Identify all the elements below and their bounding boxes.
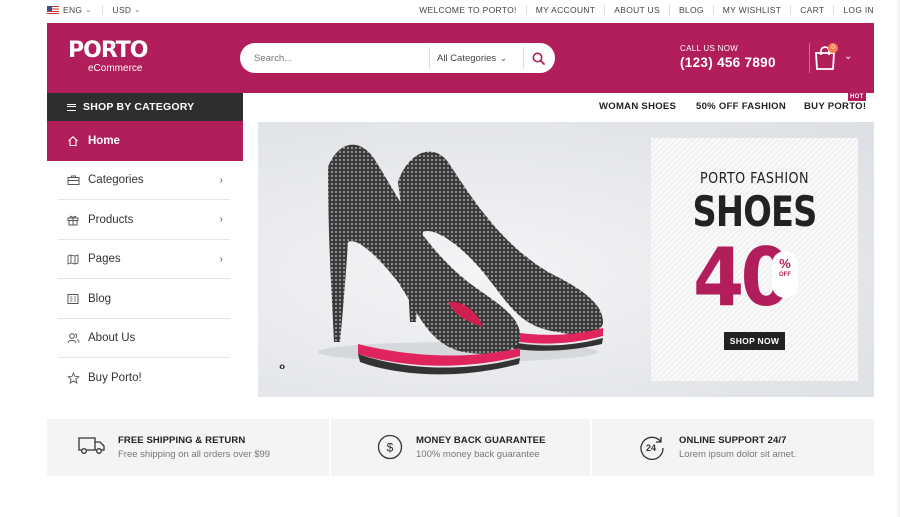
us-flag-icon <box>47 6 59 14</box>
features-bar: FREE SHIPPING & RETURN Free shipping on … <box>47 419 874 476</box>
chevron-right-icon: › <box>219 214 223 226</box>
hamburger-icon <box>67 103 76 111</box>
chevron-right-icon: › <box>219 253 223 265</box>
nav-50-off-fashion[interactable]: 50% OFF FASHION <box>696 101 786 112</box>
main-header: PORTO eCommerce All Categories ⌄ CALL US… <box>47 23 874 93</box>
promo-card: PORTO FASHION SHOES 40 % OFF SHOP NOW <box>651 138 858 381</box>
sidebar-item-about-us[interactable]: About Us <box>47 319 243 358</box>
logo-main: PORTO <box>68 38 148 63</box>
sidebar-item-home[interactable]: Home <box>47 121 243 161</box>
category-menu: Home Categories › Products › Pages › Blo… <box>47 121 243 398</box>
top-bar: ENG ⌄ USD ⌄ WELCOME TO PORTO! MY ACCOUNT… <box>0 0 900 22</box>
home-icon <box>66 134 80 148</box>
blog-icon <box>66 292 80 306</box>
logo[interactable]: PORTO eCommerce <box>68 38 148 75</box>
sidebar-item-label: Categories <box>88 174 144 187</box>
briefcase-icon <box>66 173 80 187</box>
blog-link[interactable]: BLOG <box>670 5 714 15</box>
divider <box>101 5 103 15</box>
chevron-down-icon: ⌄ <box>85 7 92 14</box>
shop-by-category-header[interactable]: SHOP BY CATEGORY <box>47 93 243 121</box>
sidebar-item-label: Pages <box>88 253 121 266</box>
chevron-down-icon: ⌄ <box>134 7 141 14</box>
promo-line1: PORTO FASHION <box>700 169 809 187</box>
chevron-down-icon[interactable]: ⌄ <box>844 51 852 62</box>
my-account-link[interactable]: MY ACCOUNT <box>527 5 606 15</box>
sidebar-item-categories[interactable]: Categories › <box>47 161 243 200</box>
feature-money-back: $ MONEY BACK GUARANTEE 100% money back g… <box>331 419 590 476</box>
feature-desc: 100% money back guarantee <box>416 449 540 460</box>
cart-link[interactable]: CART <box>791 5 835 15</box>
feature-title: ONLINE SUPPORT 24/7 <box>679 435 787 446</box>
feature-desc: Free shipping on all orders over $99 <box>118 449 271 460</box>
sidebar-item-blog[interactable]: Blog <box>47 279 243 319</box>
off-label: OFF <box>779 272 791 278</box>
percent-off-badge: % OFF <box>772 251 798 298</box>
shop-by-category-label: SHOP BY CATEGORY <box>83 101 195 113</box>
chevron-right-icon: › <box>219 174 223 186</box>
nav-woman-shoes[interactable]: WOMAN SHOES <box>599 101 676 112</box>
hero-banner: PORTO FASHION SHOES 40 % OFF SHOP NOW ‹› <box>258 122 874 397</box>
truck-icon <box>78 437 105 454</box>
feature-desc: Lorem ipsum dolor sit amet. <box>679 449 797 460</box>
cart-count-badge: 0 <box>828 43 838 53</box>
sidebar-item-label: Home <box>88 134 120 147</box>
dollar-icon: $ <box>377 434 403 460</box>
promo-line2: SHOES <box>692 187 817 236</box>
shop-now-button[interactable]: SHOP NOW <box>724 332 785 350</box>
search-bar: All Categories ⌄ <box>240 43 555 73</box>
logo-sub: eCommerce <box>88 63 143 74</box>
feature-free-shipping: FREE SHIPPING & RETURN Free shipping on … <box>47 419 329 476</box>
sidebar-item-pages[interactable]: Pages › <box>47 240 243 279</box>
hot-badge: HOT <box>848 93 866 101</box>
feature-online-support: 24 ONLINE SUPPORT 24/7 Lorem ipsum dolor… <box>592 419 874 476</box>
cart-button[interactable]: 0 <box>810 43 840 73</box>
category-select-label: All Categories <box>437 52 497 64</box>
feature-title: MONEY BACK GUARANTEE <box>416 435 546 446</box>
gift-icon <box>66 213 80 227</box>
currency-selector[interactable]: USD <box>113 5 132 15</box>
users-icon <box>66 331 80 345</box>
pages-icon <box>66 252 80 266</box>
svg-text:24: 24 <box>646 443 656 453</box>
search-button[interactable] <box>523 47 553 69</box>
slider-arrows[interactable]: ‹› <box>279 361 285 373</box>
about-us-link[interactable]: ABOUT US <box>605 5 670 15</box>
sidebar-item-products[interactable]: Products › <box>47 200 243 240</box>
support-24-icon: 24 <box>640 436 664 460</box>
search-icon <box>532 52 545 65</box>
star-icon <box>66 371 80 385</box>
phone-number[interactable]: (123) 456 7890 <box>680 55 776 70</box>
percent-sign: % <box>779 256 791 271</box>
log-in-link[interactable]: LOG IN <box>834 5 874 15</box>
category-select[interactable]: All Categories ⌄ <box>429 47 507 69</box>
feature-title: FREE SHIPPING & RETURN <box>118 435 246 446</box>
nav-buy-porto[interactable]: BUY PORTO! <box>804 101 866 112</box>
search-input[interactable] <box>254 48 439 68</box>
welcome-text: WELCOME TO PORTO! <box>410 5 527 15</box>
language-selector[interactable]: ENG <box>63 5 82 15</box>
sidebar-item-buy-porto[interactable]: Buy Porto! <box>47 358 243 398</box>
sidebar-item-label: Blog <box>88 292 112 305</box>
sidebar-item-label: Products <box>88 213 134 226</box>
svg-text:$: $ <box>387 441 394 455</box>
chevron-down-icon: ⌄ <box>500 53 507 63</box>
sidebar-item-label: Buy Porto! <box>88 371 142 384</box>
high-heel-shoes-image <box>318 144 603 375</box>
sidebar-item-label: About Us <box>88 332 136 345</box>
call-us: CALL US NOW (123) 456 7890 <box>680 44 776 70</box>
my-wishlist-link[interactable]: MY WISHLIST <box>714 5 792 15</box>
call-us-label: CALL US NOW <box>680 44 739 53</box>
